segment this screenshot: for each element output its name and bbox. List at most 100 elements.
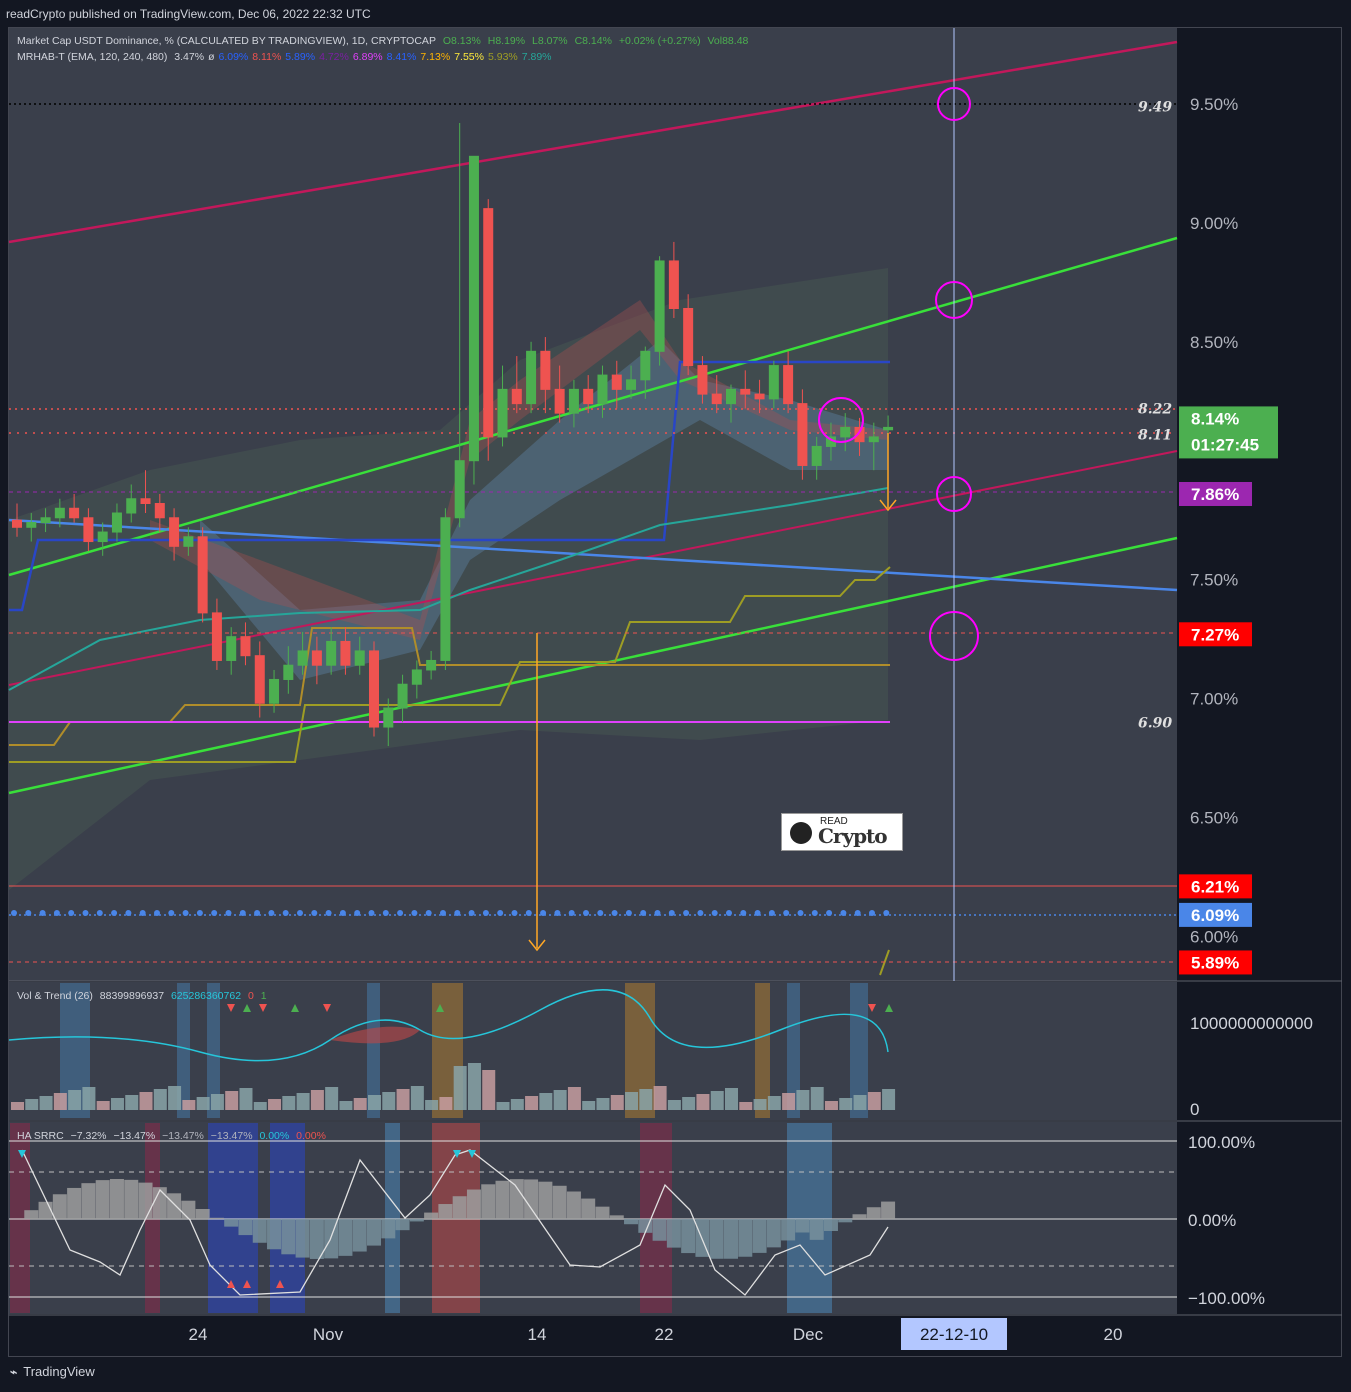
level-value-label: 6.90 — [1138, 715, 1172, 731]
candle-body — [154, 503, 165, 519]
srrc-histogram-bar — [823, 1219, 838, 1231]
volume-bar — [339, 1101, 353, 1110]
ema-dot — [39, 910, 46, 916]
volume-bar — [210, 1094, 224, 1110]
legend-close: C8.14% — [574, 35, 612, 47]
candle-body — [411, 669, 422, 685]
candle-body — [254, 655, 265, 704]
candle-body — [483, 208, 494, 438]
volume-bar — [839, 1098, 853, 1110]
srrc-histogram-bar — [495, 1180, 510, 1219]
volume-bar — [396, 1089, 410, 1110]
srrc-histogram-bar — [509, 1179, 524, 1219]
volume-bar — [410, 1086, 424, 1110]
srrc-v3: −13.47% — [162, 1130, 204, 1142]
candle-body — [226, 636, 237, 661]
srrc-shade — [640, 1123, 672, 1313]
ema-dot — [525, 910, 532, 916]
ema-dot — [239, 910, 246, 916]
price-tick-label: 9.50% — [1190, 95, 1238, 114]
candle-body — [840, 426, 851, 438]
legend-symbol: Market Cap USDT Dominance, % (CALCULATED… — [17, 35, 436, 47]
volume-bar — [110, 1098, 124, 1110]
candle-body — [768, 365, 779, 400]
srrc-histogram-bar — [466, 1189, 481, 1219]
legend-change: +0.02% (+0.27%) — [618, 35, 701, 47]
mrhab-value: 5.89% — [285, 51, 316, 63]
candle-body — [711, 393, 722, 405]
volume-bar — [582, 1101, 596, 1110]
price-tick-label: 9.00% — [1190, 214, 1238, 233]
volume-bar — [139, 1092, 153, 1110]
candle-body — [326, 640, 337, 666]
candle-body — [740, 388, 751, 395]
srrc-histogram-bar — [795, 1219, 810, 1233]
srrc-histogram-bar — [652, 1219, 667, 1241]
candle-body — [397, 683, 408, 709]
srrc-histogram-bar — [109, 1179, 124, 1219]
srrc-histogram-bar — [209, 1217, 224, 1219]
volume-bar — [667, 1100, 681, 1110]
candle-body — [468, 155, 479, 462]
srrc-histogram-bar — [709, 1219, 724, 1259]
volume-bar — [725, 1088, 738, 1110]
ema-dot — [139, 910, 146, 916]
ema-dot — [583, 910, 589, 916]
ema-dot — [711, 910, 718, 916]
srrc-histogram-bar — [738, 1219, 753, 1257]
mrhab-value: 8.11% — [252, 51, 282, 63]
candle-body — [697, 365, 708, 395]
ema-dot — [511, 910, 518, 916]
candle-body — [597, 374, 608, 405]
srrc-histogram-bar — [809, 1219, 824, 1240]
ema-dot — [339, 910, 346, 916]
chart-canvas[interactable]: 9.50% 9.00% 8.50% 7.50% 7.00% 6.50% 6.00% 9.49 8… — [0, 0, 1351, 1392]
srrc-v6: 0.00% — [296, 1130, 326, 1142]
volume-bar — [653, 1086, 667, 1110]
srrc-histogram-bar — [52, 1194, 67, 1219]
candle-body — [797, 403, 808, 466]
legend-open: O8.13% — [442, 35, 481, 47]
candle-body — [626, 379, 637, 390]
footer-brand: TradingView — [23, 1364, 95, 1379]
volume-bar — [68, 1090, 82, 1110]
price-tag: 7.27% — [1179, 622, 1252, 647]
volume-bar — [696, 1094, 710, 1110]
ema-dot — [211, 910, 218, 916]
candle-body — [811, 445, 822, 466]
ema-dot — [282, 910, 289, 916]
ema-dot — [597, 910, 604, 916]
srrc-histogram-bar — [295, 1219, 310, 1258]
srrc-axis-label: −100.00% — [1188, 1289, 1265, 1308]
price-tick-label: 8.50% — [1190, 333, 1238, 352]
price-tag: 7.86% — [1179, 481, 1252, 506]
srrc-v1: −7.32% — [70, 1130, 107, 1142]
ema-dot — [683, 910, 690, 916]
mrhab-name: MRHAB-T (EMA, 120, 240, 480) — [17, 51, 168, 63]
mrhab-value: 8.41% — [386, 51, 417, 63]
volume-bar — [767, 1096, 781, 1110]
candle-body — [297, 650, 308, 666]
mrhab-value: 7.89% — [521, 51, 552, 63]
ema-dot — [11, 910, 17, 916]
ema-dot — [68, 910, 75, 916]
volume-bar — [796, 1090, 810, 1110]
price-tag: 5.89% — [1179, 950, 1252, 975]
ema-dot — [196, 910, 203, 916]
volume-bar — [482, 1070, 496, 1110]
ema-dot — [354, 910, 361, 916]
candle-body — [540, 350, 551, 390]
candle-body — [611, 374, 622, 390]
candle-body — [726, 388, 736, 405]
candle-body — [240, 636, 251, 657]
volume-bar — [296, 1093, 310, 1110]
price-tag-countdown: 01:27:45 — [1191, 435, 1259, 454]
mrhab-value: 6.09% — [218, 51, 249, 63]
srrc-histogram-bar — [481, 1184, 496, 1219]
volume-bar — [782, 1093, 796, 1110]
ema-dot — [611, 910, 618, 916]
srrc-histogram-bar — [566, 1191, 581, 1219]
ema-dot — [168, 910, 175, 916]
srrc-histogram-bar — [424, 1212, 439, 1219]
ema-dot — [726, 910, 732, 916]
